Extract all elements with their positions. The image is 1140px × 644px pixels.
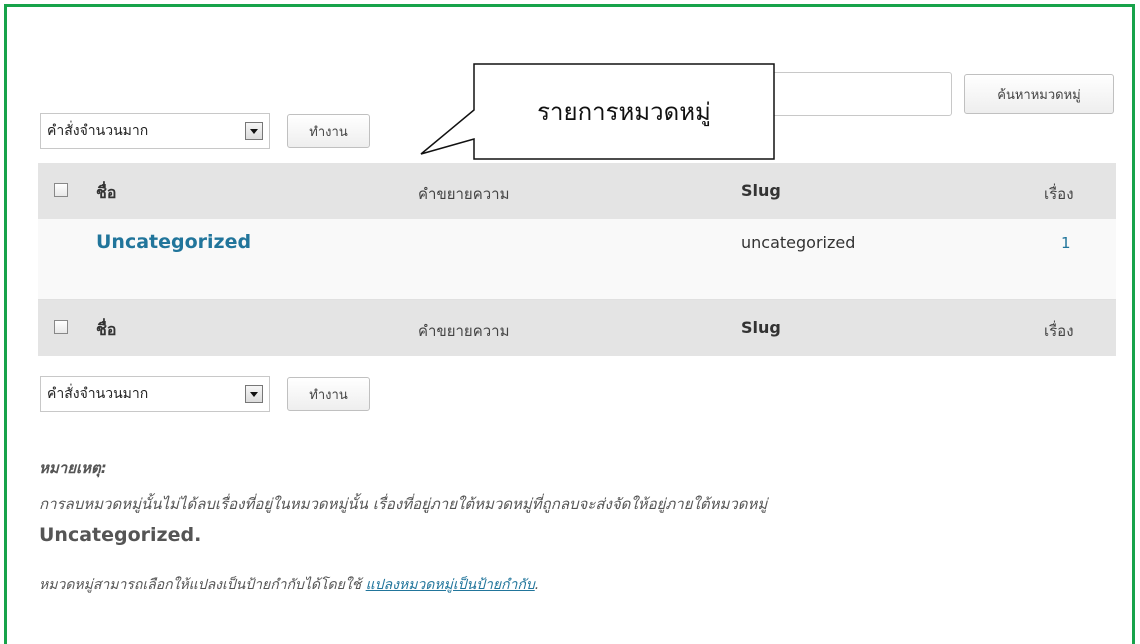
category-name-link[interactable]: Uncategorized [96, 231, 251, 253]
apply-button-bottom[interactable]: ทำงาน [287, 377, 370, 411]
column-name-header[interactable]: ชื่อ [96, 181, 116, 206]
note-default-category: Uncategorized. [39, 524, 202, 546]
table-header: ชื่อ คำขยายความ Slug เรื่อง [38, 163, 1116, 219]
column-posts-header[interactable]: เรื่อง [1044, 182, 1074, 206]
category-slug: uncategorized [741, 233, 856, 252]
table-row: Uncategorized uncategorized 1 [38, 219, 1116, 300]
column-posts-footer[interactable]: เรื่อง [1044, 319, 1074, 343]
search-categories-button[interactable]: ค้นหาหมวดหมู่ [964, 74, 1114, 114]
chevron-down-icon[interactable] [245, 122, 263, 140]
column-slug-header[interactable]: Slug [741, 181, 781, 200]
note-convert-text: หมวดหมู่สามารถเลือกให้แปลงเป็นป้ายกำกับไ… [39, 574, 539, 596]
select-all-checkbox-footer[interactable] [54, 320, 68, 334]
bulk-actions-select-top[interactable]: คำสั่งจำนวนมาก [40, 113, 270, 149]
column-slug-footer[interactable]: Slug [741, 318, 781, 337]
categories-table: ชื่อ คำขยายความ Slug เรื่อง Uncategorize… [38, 163, 1116, 356]
note-title: หมายเหตุ: [39, 459, 107, 477]
column-description-footer[interactable]: คำขยายความ [418, 319, 509, 343]
table-footer: ชื่อ คำขยายความ Slug เรื่อง [38, 300, 1116, 356]
note-convert-prefix: หมวดหมู่สามารถเลือกให้แปลงเป็นป้ายกำกับไ… [39, 577, 366, 593]
chevron-down-icon[interactable] [245, 385, 263, 403]
category-post-count-link[interactable]: 1 [1061, 234, 1071, 252]
note-convert-suffix: . [534, 577, 540, 593]
bulk-actions-selected: คำสั่งจำนวนมาก [47, 386, 149, 402]
note-delete-text: การลบหมวดหมู่นั้นไม่ได้ลบเรื่องที่อยู่ใน… [39, 495, 768, 513]
select-all-checkbox[interactable] [54, 183, 68, 197]
apply-button-top[interactable]: ทำงาน [287, 114, 370, 148]
bulk-actions-select-bottom[interactable]: คำสั่งจำนวนมาก [40, 376, 270, 412]
bulk-actions-selected: คำสั่งจำนวนมาก [47, 123, 149, 139]
column-name-footer[interactable]: ชื่อ [96, 318, 116, 343]
callout-text: รายการหมวดหมู่ [537, 98, 711, 126]
column-description-header[interactable]: คำขยายความ [418, 182, 509, 206]
convert-categories-link[interactable]: แปลงหมวดหมู่เป็นป้ายกำกับ [366, 577, 535, 593]
